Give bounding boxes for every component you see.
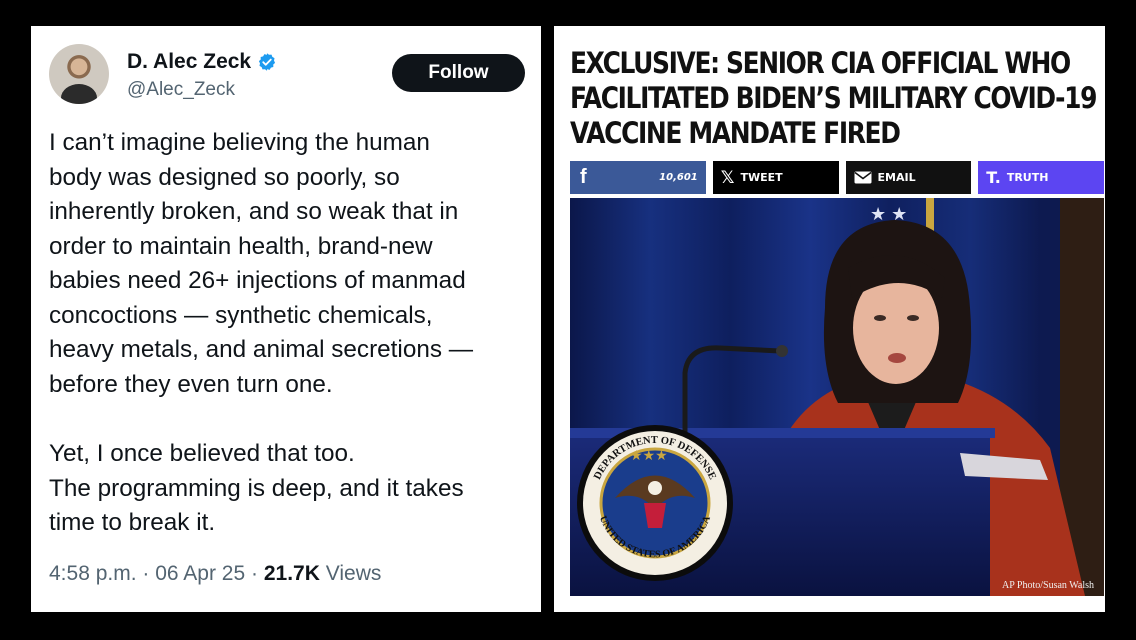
truth-share-button[interactable]: T. TRUTH	[978, 161, 1104, 194]
news-article: EXCLUSIVE: SENIOR CIA OFFICIAL WHO FACIL…	[554, 26, 1105, 612]
tweet-text: I can’t imagine believing the human body…	[49, 126, 533, 541]
headline-line: FACILITATED BIDEN’S MILITARY COVID-19	[570, 81, 1097, 115]
meta-separator: ·	[251, 562, 258, 585]
headline-line: EXCLUSIVE: SENIOR CIA OFFICIAL WHO	[570, 46, 1071, 80]
email-share-label: EMAIL	[877, 171, 916, 184]
facebook-icon: f	[580, 166, 587, 188]
tweet-meta: 4:58 p.m. · 06 Apr 25 · 21.7K Views	[49, 562, 381, 586]
x-logo-icon: 𝕏	[720, 167, 735, 188]
tweet-share-button[interactable]: 𝕏 TWEET	[712, 161, 839, 194]
avatar-shirt	[61, 84, 97, 104]
eagle-head	[648, 481, 662, 495]
tweet-time[interactable]: 4:58 p.m.	[49, 562, 137, 585]
email-share-button[interactable]: EMAIL	[845, 161, 972, 194]
tweet-line: heavy metals, and animal secretions —	[49, 336, 474, 363]
tweet-line: order to maintain health, brand-new	[49, 232, 433, 260]
tweet-line: The programming is deep, and it takes	[49, 474, 464, 502]
tweet-line: inherently broken, and so weak that in	[49, 198, 459, 225]
seal-stars: ★★★	[630, 447, 668, 463]
tweet-line: I can’t imagine believing the human	[49, 129, 430, 156]
tweet-line: babies need 26+ injections of manmad	[49, 267, 466, 294]
facebook-share-button[interactable]: f 10,601	[570, 161, 706, 194]
headline-line: VACCINE MANDATE FIRED	[570, 116, 901, 150]
envelope-icon	[854, 171, 871, 184]
tweet-line: concoctions — synthetic chemicals,	[49, 301, 433, 329]
truth-share-label: TRUTH	[1006, 171, 1049, 184]
tweet-line: time to break it.	[49, 509, 216, 536]
follow-button[interactable]: Follow	[392, 54, 525, 92]
article-headline[interactable]: EXCLUSIVE: SENIOR CIA OFFICIAL WHO FACIL…	[570, 46, 1097, 151]
facebook-share-count: 10,601	[659, 172, 698, 183]
photo-credit: AP Photo/Susan Walsh	[1002, 580, 1094, 591]
author-handle[interactable]: @Alec_Zeck	[127, 79, 235, 101]
microphone-head	[776, 345, 788, 357]
right-eye	[907, 315, 919, 321]
share-bar: f 10,601 𝕏 TWEET EMAIL T. TRUTH	[570, 161, 1104, 194]
press-briefing-illustration: ★ ★ ★★★ DEPARTMENT OF DEFENSE UNITED STA…	[570, 198, 1104, 596]
tweet-date[interactable]: 06 Apr 25	[155, 562, 245, 585]
mouth	[888, 353, 906, 363]
article-photo[interactable]: ★ ★ ★★★ DEPARTMENT OF DEFENSE UNITED STA…	[570, 198, 1104, 596]
avatar[interactable]	[49, 44, 109, 104]
meta-separator: ·	[142, 562, 150, 585]
views-count: 21.7K	[263, 562, 320, 585]
author-row: D. Alec Zeck	[127, 50, 277, 74]
verified-badge-icon	[259, 53, 276, 71]
author-name[interactable]: D. Alec Zeck	[127, 50, 251, 74]
views-label: Views	[325, 562, 382, 585]
tweet-share-label: TWEET	[740, 171, 783, 184]
tweet-line: before they even turn one.	[49, 370, 333, 398]
tweet-card: D. Alec Zeck @Alec_Zeck Follow I can’t i…	[31, 26, 541, 612]
tweet-line: Yet, I once believed that too.	[49, 440, 355, 467]
tweet-line: body was designed so poorly, so	[49, 163, 400, 191]
left-eye	[874, 315, 886, 321]
truth-social-icon: T.	[986, 168, 1001, 187]
